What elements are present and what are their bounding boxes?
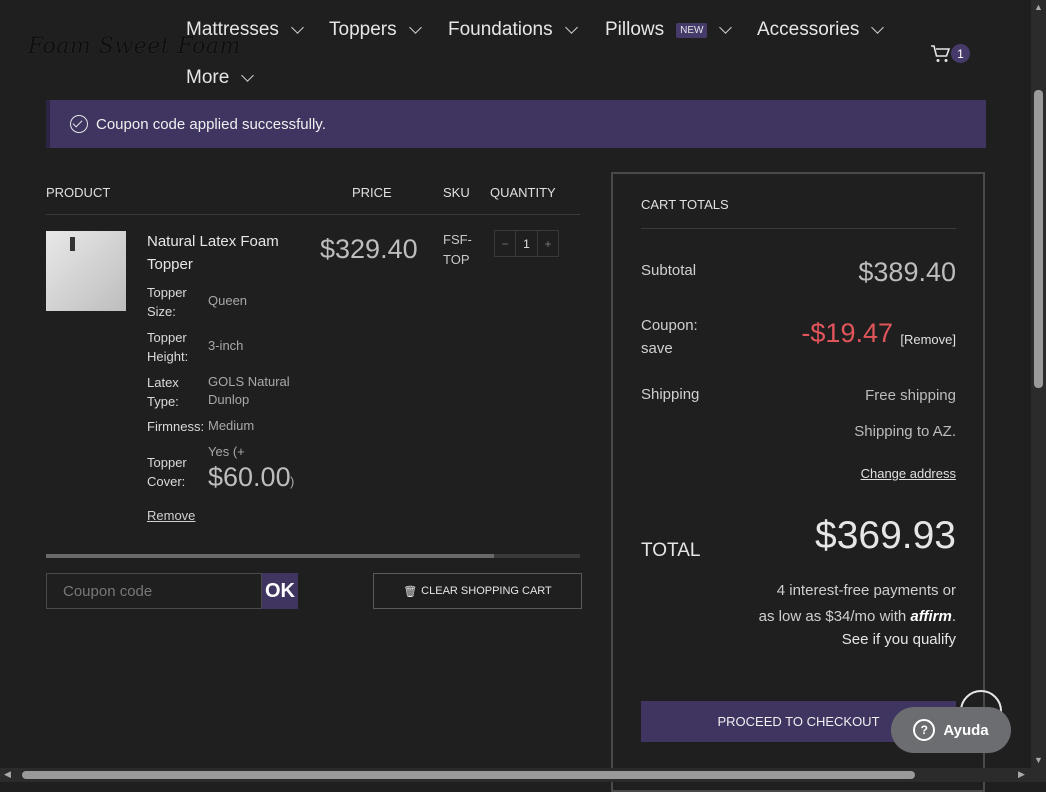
chevron-down-icon [291, 21, 304, 34]
attr-key: Latex Type: [147, 375, 179, 409]
product-name[interactable]: Natural Latex Foam Topper [147, 230, 297, 276]
coupon-label: Coupon: save [641, 317, 698, 357]
affirm-line1: 4 interest-free payments or [776, 582, 956, 599]
nav-more[interactable]: More [186, 67, 255, 89]
coupon-input[interactable] [46, 573, 262, 609]
nav-label: Pillows [605, 19, 665, 40]
remove-coupon-link[interactable]: [Remove] [900, 332, 956, 347]
nav-toppers[interactable]: Toppers [329, 19, 422, 41]
subtotal-label: Subtotal [641, 262, 697, 279]
nav-label: More [186, 67, 230, 88]
table-scrollbar[interactable] [46, 554, 580, 558]
horizontal-scrollbar-thumb[interactable] [22, 771, 915, 779]
coupon-success-notice: Coupon code applied successfully. [46, 100, 986, 148]
affirm-logo: affirm [910, 608, 952, 625]
nav-label: Mattresses [186, 19, 279, 40]
attr-value: Yes (+ [208, 444, 245, 459]
coupon-discount-value: -$19.47 [801, 318, 893, 348]
chevron-down-icon [408, 21, 422, 34]
plus-icon[interactable]: + [538, 231, 558, 256]
vertical-scrollbar[interactable]: ▲ ▼ [1031, 0, 1046, 768]
divider [641, 228, 956, 229]
table-scrollbar-thumb[interactable] [46, 554, 494, 558]
change-address-link[interactable]: Change address [861, 466, 956, 481]
cover-price-suffix: ) [290, 474, 295, 489]
shipping-label: Shipping [641, 386, 700, 403]
cover-price: $60.00 [208, 462, 291, 492]
nav-label: Accessories [757, 19, 860, 40]
attr-key: Firmness: [147, 419, 205, 434]
total-label: TOTAL [641, 540, 701, 561]
scroll-right-icon[interactable]: ▶ [1018, 769, 1025, 780]
help-label: Ayuda [943, 721, 989, 739]
help-button[interactable]: ? Ayuda [891, 707, 1011, 753]
item-price: $329.40 [320, 234, 418, 264]
attr-value: Queen [208, 293, 248, 308]
attr-key: Topper Cover: [147, 455, 187, 489]
quantity-stepper[interactable]: − 1 + [494, 230, 559, 257]
header-price: PRICE [352, 185, 392, 200]
trash-icon: 🗑 [403, 585, 418, 598]
subtotal-value: $389.40 [858, 257, 956, 287]
chevron-down-icon [241, 69, 255, 82]
divider [46, 214, 580, 215]
minus-icon[interactable]: − [495, 231, 515, 256]
new-badge: NEW [676, 22, 708, 38]
horizontal-scrollbar[interactable]: ◀ ▶ [0, 768, 1046, 782]
clear-cart-label: CLEAR SHOPPING CART [421, 585, 552, 597]
header-product: PRODUCT [46, 185, 111, 200]
attr-key: Topper Size: [147, 285, 187, 319]
vertical-scrollbar-thumb[interactable] [1034, 90, 1043, 388]
notice-message: Coupon code applied successfully. [96, 115, 326, 133]
quantity-value[interactable]: 1 [515, 231, 538, 256]
cart-count-badge: 1 [951, 44, 970, 63]
shipping-method: Free shipping [865, 387, 956, 404]
affirm-info: 4 interest-free payments or as low as $3… [646, 578, 956, 630]
header-quantity: QUANTITY [490, 185, 556, 200]
attr-key: Topper Height: [147, 330, 189, 364]
cart-totals-title: CART TOTALS [641, 197, 729, 212]
nav-pillows[interactable]: Pillows NEW [605, 19, 733, 41]
chevron-down-icon [719, 21, 733, 34]
nav-accessories[interactable]: Accessories [757, 19, 885, 41]
total-value: $369.93 [815, 514, 956, 557]
attr-value: Medium [208, 418, 255, 433]
nav-foundations[interactable]: Foundations [448, 19, 578, 41]
nav-mattresses[interactable]: Mattresses [186, 19, 304, 41]
product-thumbnail[interactable] [46, 231, 126, 311]
cart-icon[interactable] [930, 44, 952, 64]
chevron-down-icon [871, 21, 885, 34]
question-icon: ? [913, 719, 936, 741]
remove-item-link[interactable]: Remove [147, 508, 195, 523]
scroll-down-icon[interactable]: ▼ [1034, 755, 1043, 765]
nav-label: Foundations [448, 19, 553, 40]
scroll-up-icon[interactable]: ▲ [1034, 2, 1043, 12]
scroll-left-icon[interactable]: ◀ [4, 769, 11, 780]
affirm-qualify-link[interactable]: See if you qualify [842, 631, 956, 648]
affirm-line2: as low as $34/mo with [758, 608, 907, 625]
chevron-down-icon [564, 21, 578, 34]
nav-label: Toppers [329, 19, 397, 40]
shipping-destination: Shipping to AZ. [854, 423, 956, 440]
check-circle-icon [70, 115, 88, 133]
attr-value: 3-inch [208, 338, 244, 353]
apply-coupon-button[interactable]: OK [262, 573, 298, 609]
attr-value: GOLS Natural Dunlop [208, 374, 290, 407]
clear-cart-button[interactable]: 🗑 CLEAR SHOPPING CART [373, 573, 582, 609]
header-sku: SKU [443, 185, 470, 200]
item-sku: FSF-TOP [443, 232, 472, 267]
